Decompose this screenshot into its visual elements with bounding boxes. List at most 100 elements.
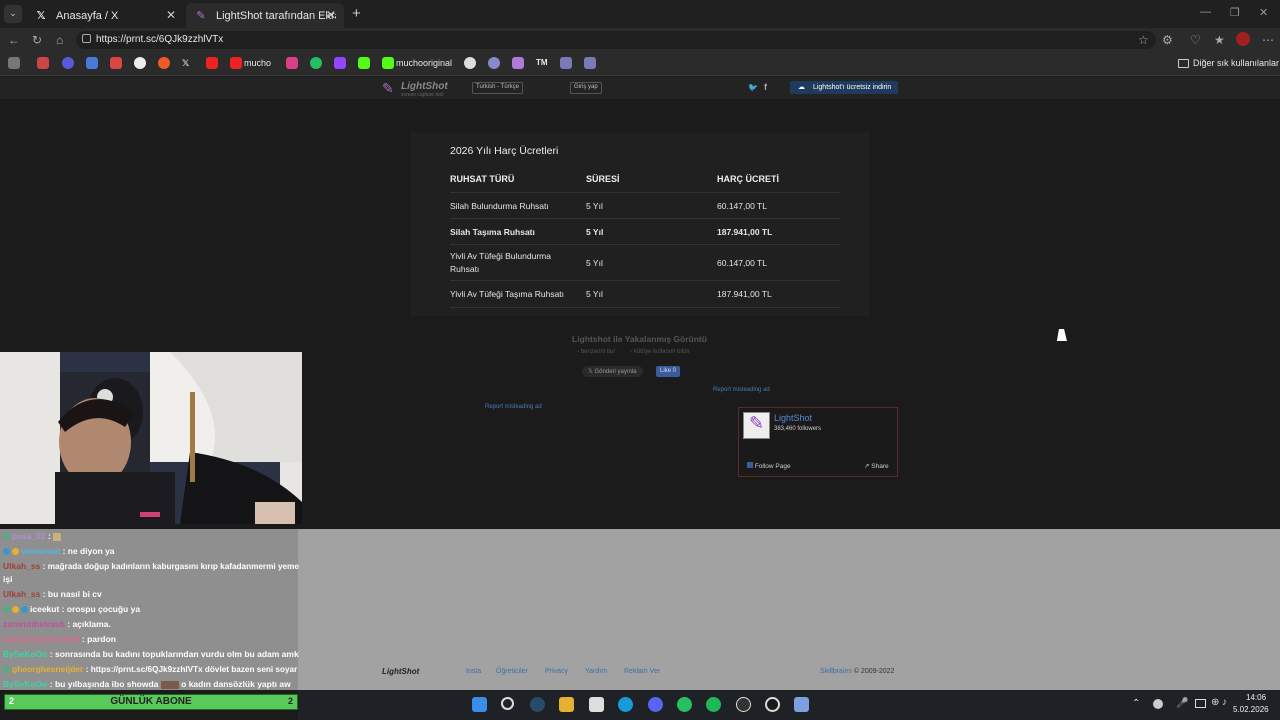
more-menu-icon[interactable]: ⋯ (1262, 33, 1274, 47)
instagram-bookmark-icon[interactable] (286, 57, 298, 69)
footer-link-privacy[interactable]: Privacy (545, 668, 568, 675)
chrome-bookmark-icon[interactable] (62, 57, 74, 69)
close-window-button[interactable]: ✕ (1259, 6, 1268, 19)
file-explorer-icon[interactable] (559, 697, 574, 712)
twitch-bookmark-icon[interactable] (334, 57, 346, 69)
shield-bookmark-icon[interactable] (584, 57, 596, 69)
gmail-bookmark-icon[interactable] (110, 57, 122, 69)
x-bookmark-icon[interactable]: 𝕏 (182, 58, 189, 69)
login-button[interactable]: Giriş yap (570, 82, 602, 94)
emote-icon (53, 532, 62, 541)
reddit-bookmark-icon[interactable] (158, 57, 170, 69)
fb-page-name[interactable]: LightShot (774, 413, 812, 423)
tab-x-home[interactable]: 𝕏 Anasayfa / X ✕ (26, 3, 184, 28)
volume-icon[interactable]: ♪ (1222, 697, 1227, 708)
search-icon[interactable] (501, 697, 514, 710)
kick-bookmark-icon[interactable] (358, 57, 370, 69)
edge-icon[interactable] (618, 697, 633, 712)
obs-icon[interactable] (736, 697, 751, 712)
whatsapp-bookmark-icon[interactable] (310, 57, 322, 69)
facebook-like-button[interactable]: Like 0 (656, 366, 681, 377)
steam-icon[interactable] (530, 697, 545, 712)
fb-follow-button[interactable]: Follow Page (747, 462, 791, 470)
skillbrains-link[interactable]: Skillbrains (820, 668, 852, 675)
microphone-icon[interactable]: 🎤 (1176, 698, 1188, 709)
tab-list-dropdown-button[interactable]: ⌄ (4, 5, 22, 23)
discord-icon[interactable] (648, 697, 663, 712)
lightshot-logo[interactable]: LightShot (401, 81, 448, 92)
youtube-bookmark-icon[interactable] (206, 57, 218, 69)
footer-link-advertise[interactable]: Reklam Ver (624, 668, 660, 675)
footer-logo[interactable]: LightShot (382, 667, 419, 676)
footer-link-tutorials[interactable]: Öğreticiler (496, 668, 528, 675)
chatgpt-bookmark-icon[interactable] (134, 57, 146, 69)
row-type: Silah Taşıma Ruhsatı (450, 227, 535, 237)
flag-icon: ▫ (630, 349, 633, 355)
home-icon[interactable]: ⌂ (56, 33, 63, 47)
tray-app-icon[interactable] (1153, 699, 1163, 709)
collections-icon[interactable]: ★ (1214, 33, 1225, 47)
lightshot-bookmark-icon[interactable] (512, 57, 524, 69)
language-select[interactable]: Turkish - Türkçe (472, 82, 524, 94)
sync-bookmark-icon[interactable] (488, 57, 500, 69)
lightshot-feather-icon: ✎ (748, 413, 765, 433)
kick-bookmark-icon[interactable] (382, 57, 394, 69)
report-ad-link[interactable]: Report misleading ad (485, 404, 542, 410)
new-tab-button[interactable]: + (352, 5, 361, 22)
shield-bookmark-icon[interactable] (560, 57, 572, 69)
extensions-icon[interactable]: ⚙ (1162, 33, 1173, 47)
footer-link-insta[interactable]: Insta (466, 668, 481, 675)
network-icon[interactable]: ⊕ (1211, 697, 1219, 708)
footer-link-help[interactable]: Yardım (585, 668, 607, 675)
other-favorites[interactable]: Diğer sık kullanılanlar (1193, 58, 1279, 68)
twitter-icon[interactable]: 🐦 (748, 83, 758, 92)
chat-message: gheorghesneijder : https://prnt.sc/6QJk9… (3, 664, 297, 674)
avatar[interactable] (1236, 32, 1250, 46)
bookmark-mucho[interactable]: mucho (244, 58, 271, 68)
page-info-icon[interactable] (82, 34, 91, 43)
bookmark-tm[interactable]: TM (536, 58, 548, 67)
app-icon[interactable] (794, 697, 809, 712)
spotify-icon[interactable] (706, 697, 721, 712)
row-type: Yivli Av Tüfeği Bulundurma (450, 251, 551, 261)
chat-text: : https://prnt.sc/6QJk9zzhlVTx dövlet ba… (85, 665, 298, 674)
refresh-icon[interactable]: ↻ (32, 33, 42, 47)
tab-lightshot[interactable]: ✎ LightShot tarafından Ekran Görüntüsü ✕ (186, 3, 344, 28)
chat-username: BySeKoOo (3, 649, 48, 659)
download-button[interactable]: ☁ Lightshot'ı ücretsiz indirin (790, 81, 898, 94)
clock-date[interactable]: 5.02.2026 (1233, 705, 1269, 714)
chevron-up-icon[interactable]: ⌃ (1132, 698, 1140, 709)
clock-time[interactable]: 14:06 (1246, 693, 1266, 702)
favorites-star-icon[interactable]: ☆ (1138, 33, 1149, 47)
report-abuse-link[interactable]: ▫ kötüye kullanım bildir (630, 349, 690, 355)
close-tab-icon[interactable]: ✕ (166, 8, 176, 22)
chat-text: : bu yılbaşında ibo showda (49, 679, 159, 689)
download-label: Lightshot'ı ücretsiz indirin (812, 84, 892, 91)
close-tab-icon[interactable]: ✕ (326, 8, 336, 22)
store-icon[interactable] (589, 697, 604, 712)
display-icon[interactable] (1195, 699, 1206, 708)
report-ad-link[interactable]: Report misleading ad (713, 387, 770, 393)
gamepad-bookmark-icon[interactable] (8, 57, 20, 69)
back-icon[interactable]: ← (8, 33, 20, 47)
find-similar-link[interactable]: ▫ benzerini bul (577, 349, 615, 355)
post-on-x-button[interactable]: 𝕏 Gönderi yayınla (582, 366, 643, 377)
docs-bookmark-icon[interactable] (86, 57, 98, 69)
chat-badge-icon (12, 548, 19, 556)
app-icon[interactable] (765, 697, 780, 712)
github-bookmark-icon[interactable] (464, 57, 476, 69)
address-bar[interactable]: https://prnt.sc/6QJk9zzhlVTx (76, 31, 1156, 49)
minimize-button[interactable]: — (1200, 6, 1211, 18)
chat-badge-icon (3, 666, 10, 674)
photos-bookmark-icon[interactable] (37, 57, 49, 69)
restore-button[interactable]: ❐ (1230, 6, 1240, 19)
windows-start-icon[interactable] (472, 697, 487, 712)
browser-essentials-icon[interactable]: ♡ (1190, 33, 1201, 47)
post-label: Gönderi yayınla (594, 369, 637, 375)
youtube-bookmark-icon[interactable] (230, 57, 242, 69)
bookmark-muchooriginal[interactable]: muchooriginal (396, 58, 452, 68)
lightshot-page-avatar[interactable]: ✎ (743, 412, 770, 439)
facebook-icon[interactable]: f (764, 82, 767, 92)
fb-share-button[interactable]: ↗ Share (864, 462, 889, 470)
whatsapp-icon[interactable] (677, 697, 692, 712)
